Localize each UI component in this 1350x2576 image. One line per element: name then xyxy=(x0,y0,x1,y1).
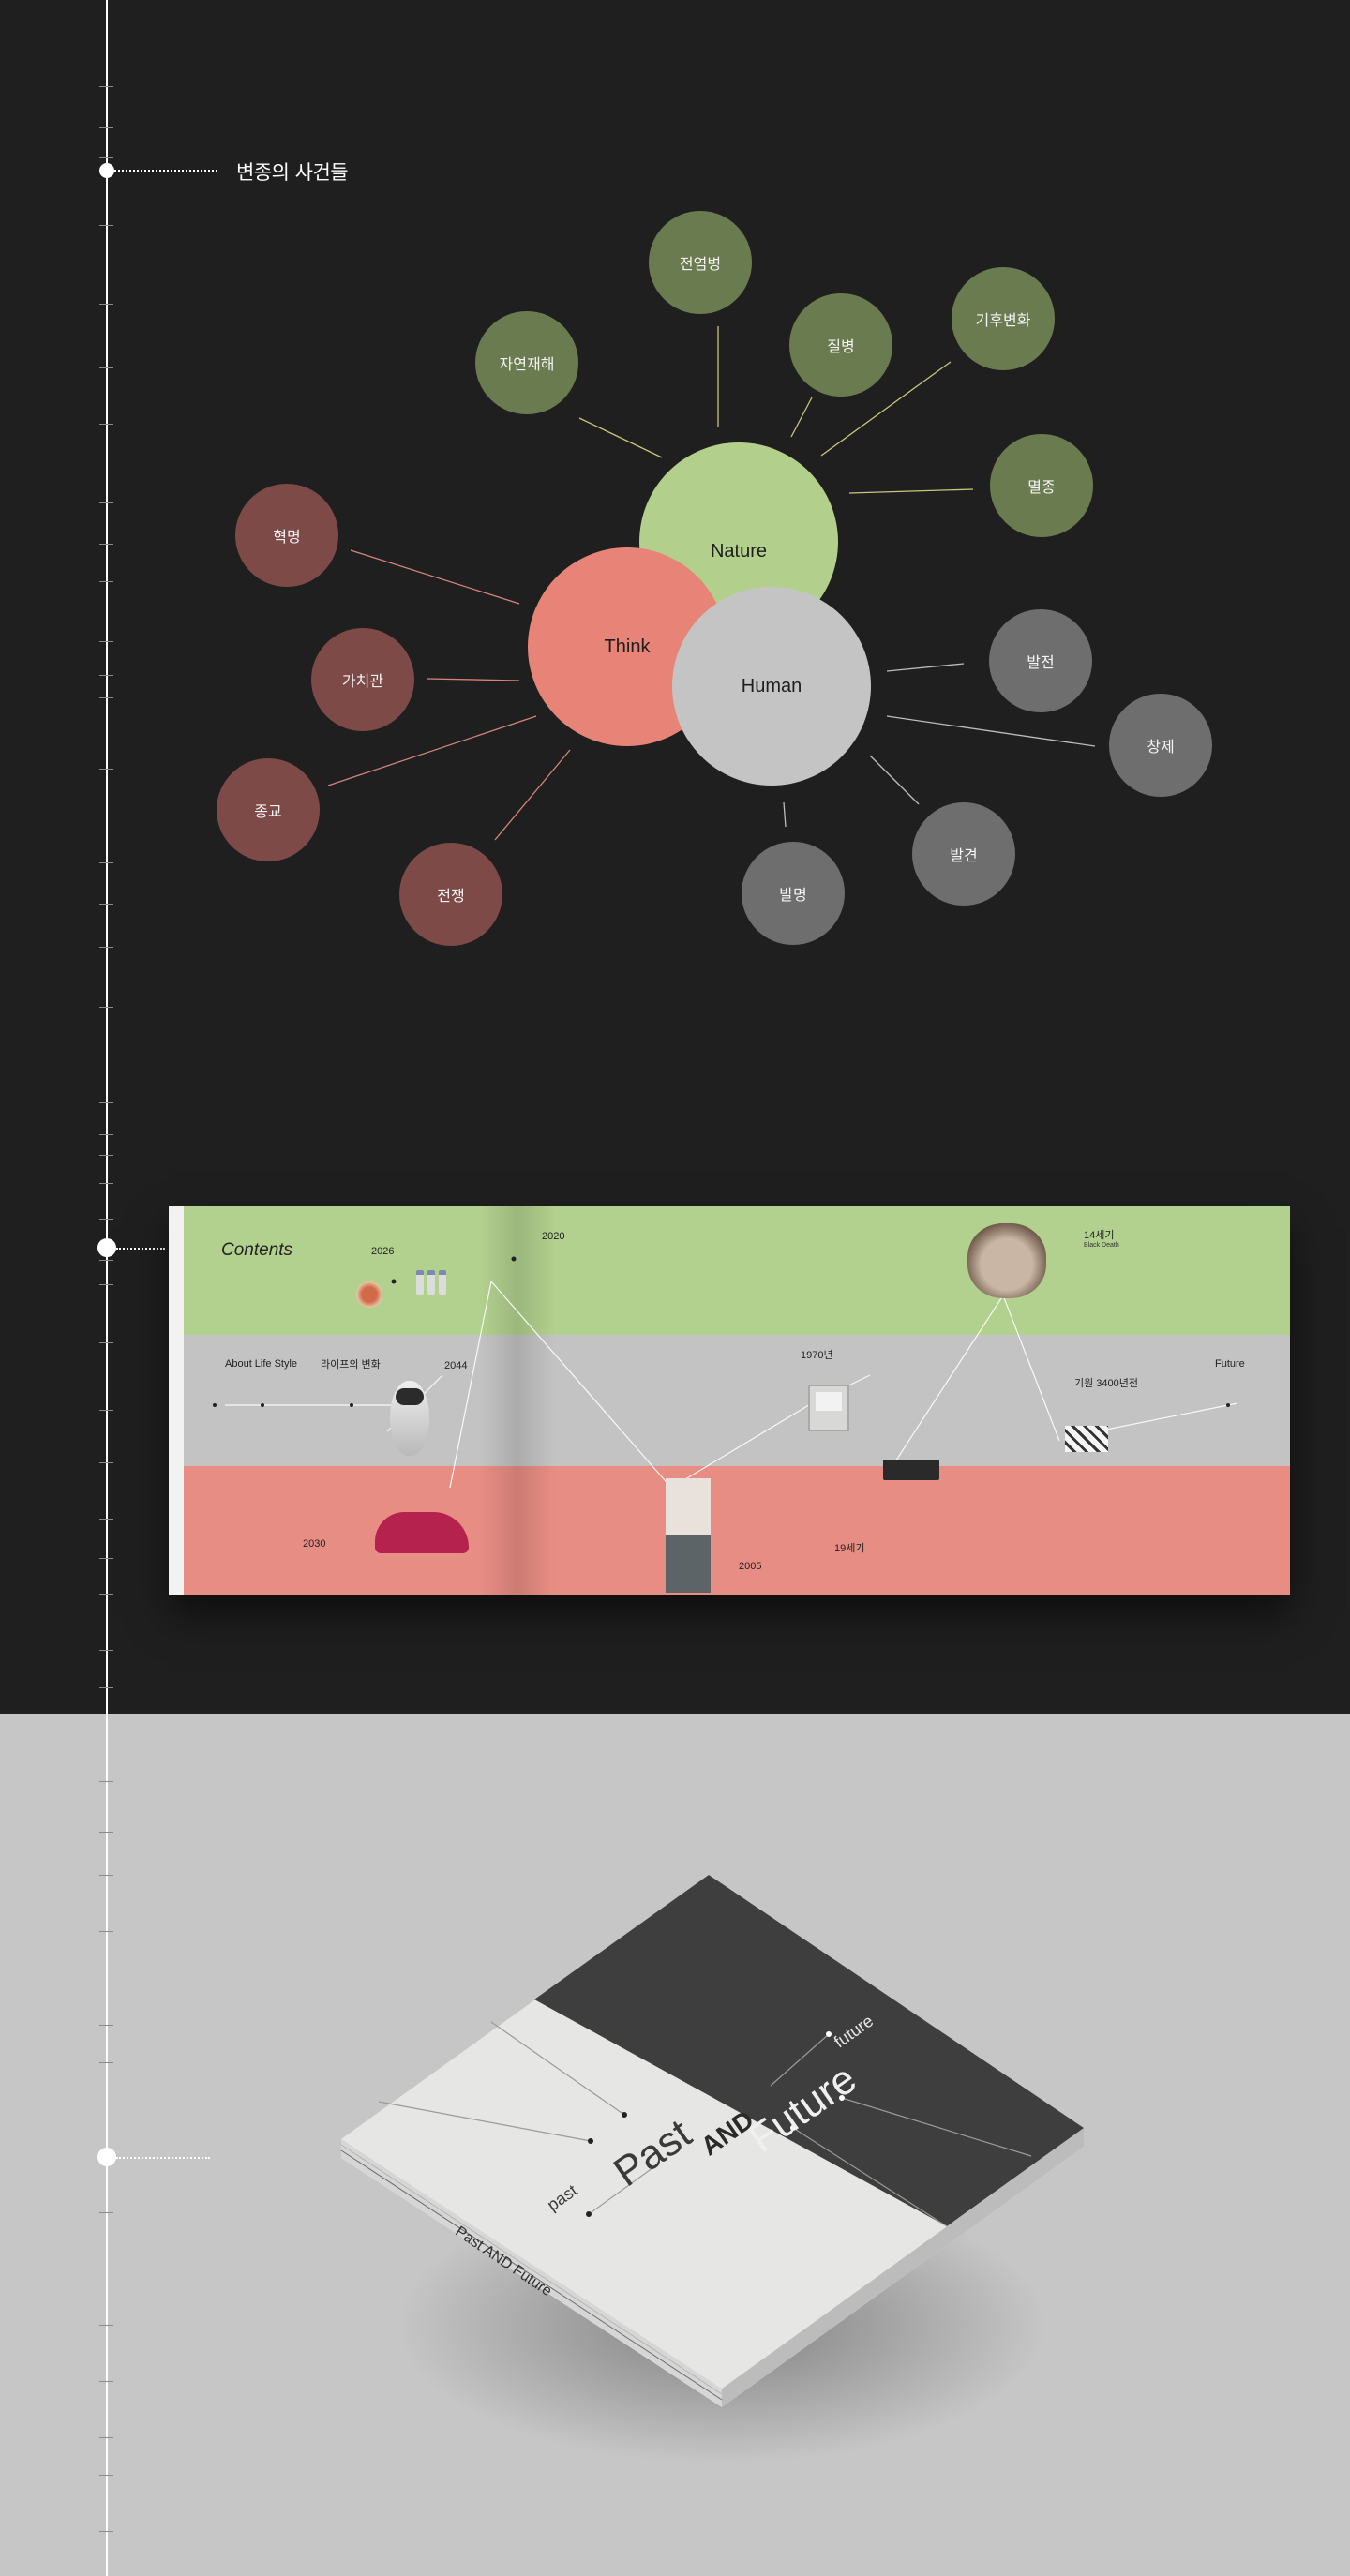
event-bubble-invention[interactable]: 발명 xyxy=(742,842,845,945)
event-label-extinction: 멸종 xyxy=(1028,478,1056,496)
year-14c: 14세기 xyxy=(1084,1230,1115,1241)
computer-image xyxy=(808,1385,849,1431)
event-bubble-disease[interactable]: 질병 xyxy=(789,293,892,397)
event-label-epidemic: 전염병 xyxy=(679,255,722,273)
label-about-life-style: About Life Style xyxy=(225,1358,298,1370)
year-19c: 19세기 xyxy=(834,1543,865,1554)
caption-black-death: Black Death xyxy=(1084,1242,1119,1249)
event-bubble-creation[interactable]: 창제 xyxy=(1109,694,1212,797)
core-label-human: Human xyxy=(741,675,802,696)
timeline-tick xyxy=(99,1134,113,1135)
year-2026: 2026 xyxy=(371,1246,395,1257)
contents-title: Contents xyxy=(221,1240,293,1260)
timeline-tick xyxy=(99,1102,113,1103)
event-label-creation: 창제 xyxy=(1147,738,1175,756)
event-label-natural-disaster: 자연재해 xyxy=(499,355,555,373)
event-bubble-climate-change[interactable]: 기후변화 xyxy=(952,267,1055,370)
year-2005: 2005 xyxy=(739,1561,762,1572)
timeline-tick xyxy=(99,1155,113,1156)
event-bubble-development[interactable]: 발전 xyxy=(989,609,1092,712)
event-bubble-discovery[interactable]: 발견 xyxy=(912,802,1015,906)
event-bubble-natural-disaster[interactable]: 자연재해 xyxy=(475,311,578,414)
event-bubble-revolution[interactable]: 혁명 xyxy=(235,484,338,587)
year-1970: 1970년 xyxy=(801,1350,833,1361)
event-label-revolution: 혁명 xyxy=(273,528,301,546)
year-3400bc: 기원 3400년전 xyxy=(1074,1378,1139,1389)
timeline-tick xyxy=(99,1594,113,1595)
timeline-tick xyxy=(99,1260,113,1261)
label-lifestyle-change: 라이프의 변화 xyxy=(321,1359,381,1370)
core-bubble-human[interactable]: Human xyxy=(672,587,871,786)
events-diagram: Nature Think Human 전염병 질병 기후변화 자연재해 멸종 혁… xyxy=(0,0,1350,994)
spread-connector-lines xyxy=(213,1256,1238,1573)
year-2030: 2030 xyxy=(303,1538,326,1550)
timeline-tick xyxy=(99,1183,113,1184)
timeline-tick xyxy=(99,1342,113,1343)
label-future: Future xyxy=(1215,1358,1245,1370)
event-label-development: 발전 xyxy=(1027,653,1055,671)
event-label-invention: 발명 xyxy=(779,886,807,904)
skull-image xyxy=(968,1223,1046,1298)
core-label-think: Think xyxy=(604,636,651,657)
event-label-war: 전쟁 xyxy=(437,887,465,905)
timeline-tick xyxy=(99,1687,113,1688)
vial-image xyxy=(428,1270,435,1295)
timeline-tick xyxy=(99,1519,113,1520)
event-bubble-religion[interactable]: 종교 xyxy=(217,758,320,861)
year-2020: 2020 xyxy=(542,1231,565,1242)
timeline-tick xyxy=(99,1410,113,1411)
timeline-tick xyxy=(99,1650,113,1651)
event-label-religion: 종교 xyxy=(254,802,282,820)
gun-image xyxy=(883,1460,939,1480)
marker-leader-contents xyxy=(116,1248,165,1250)
event-label-climate-change: 기후변화 xyxy=(975,311,1031,329)
couple-image xyxy=(666,1478,711,1593)
event-label-discovery: 발견 xyxy=(950,846,978,864)
timeline-tick xyxy=(99,1284,113,1285)
year-2044: 2044 xyxy=(444,1360,468,1371)
timeline-tick xyxy=(99,1462,113,1463)
event-label-disease: 질병 xyxy=(827,337,855,355)
timeline-marker-contents[interactable] xyxy=(98,1238,116,1257)
virus-image xyxy=(356,1281,382,1308)
dice-image xyxy=(1065,1426,1108,1452)
timeline-tick xyxy=(99,1007,113,1008)
event-bubble-extinction[interactable]: 멸종 xyxy=(990,434,1093,537)
timeline-tick xyxy=(99,1219,113,1220)
vial-image xyxy=(416,1270,424,1295)
vial-image xyxy=(439,1270,446,1295)
core-label-nature: Nature xyxy=(710,540,768,562)
event-label-values: 가치관 xyxy=(341,672,384,690)
event-bubble-epidemic[interactable]: 전염병 xyxy=(649,211,752,314)
event-bubble-values[interactable]: 가치관 xyxy=(311,628,414,731)
timeline-tick xyxy=(99,1558,113,1559)
robot-image xyxy=(390,1381,429,1456)
event-bubble-war[interactable]: 전쟁 xyxy=(399,843,502,946)
contents-spread: Contents 2026 2020 2044 2030 1970년 2005 … xyxy=(169,1206,1290,1595)
